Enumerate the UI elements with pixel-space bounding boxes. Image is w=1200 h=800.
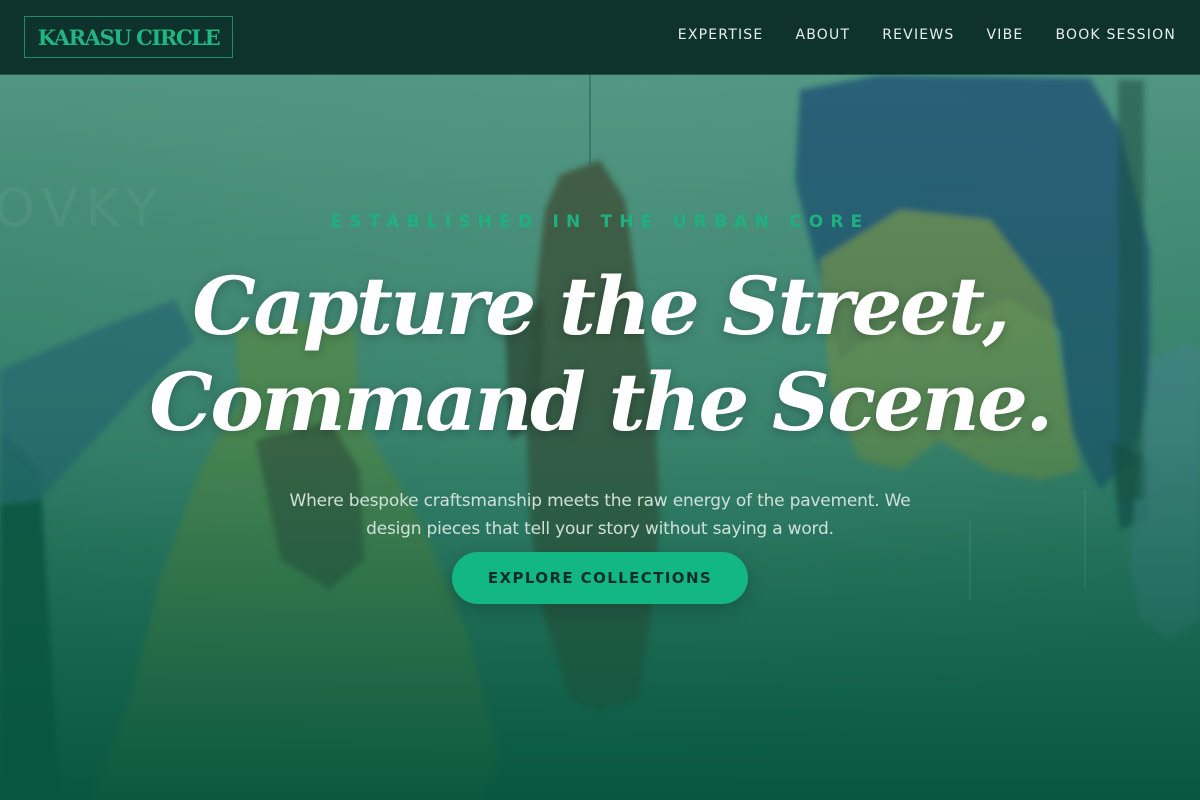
hero-subtitle: Where bespoke craftsmanship meets the ra… xyxy=(240,487,960,543)
hero-section: ESTABLISHED IN THE URBAN CORE Capture th… xyxy=(0,0,1200,800)
hero-subtitle-line-2: design pieces that tell your story witho… xyxy=(366,519,834,539)
hero-subtitle-line-1: Where bespoke craftsmanship meets the ra… xyxy=(289,491,911,511)
landing-page: OVKY xyxy=(0,0,1200,800)
hero-eyebrow: ESTABLISHED IN THE URBAN CORE xyxy=(330,212,870,232)
brand-logo[interactable]: KARASU CIRCLE xyxy=(24,16,233,58)
hero-headline-line-2: Command the Scene. xyxy=(149,355,1053,449)
top-navigation-bar: KARASU CIRCLE EXPERTISE ABOUT REVIEWS VI… xyxy=(0,0,1200,75)
nav-link-about[interactable]: ABOUT xyxy=(795,27,850,43)
nav-link-book-session[interactable]: BOOK SESSION xyxy=(1055,27,1176,43)
hero-headline-line-1: Capture the Street, xyxy=(192,259,1010,353)
hero-headline: Capture the Street, Command the Scene. xyxy=(0,258,1200,450)
nav-links: EXPERTISE ABOUT REVIEWS VIBE BOOK SESSIO… xyxy=(678,27,1176,43)
nav-link-reviews[interactable]: REVIEWS xyxy=(882,27,954,43)
nav-link-expertise[interactable]: EXPERTISE xyxy=(678,27,764,43)
explore-collections-button[interactable]: EXPLORE COLLECTIONS xyxy=(452,552,748,604)
nav-link-vibe[interactable]: VIBE xyxy=(986,27,1023,43)
